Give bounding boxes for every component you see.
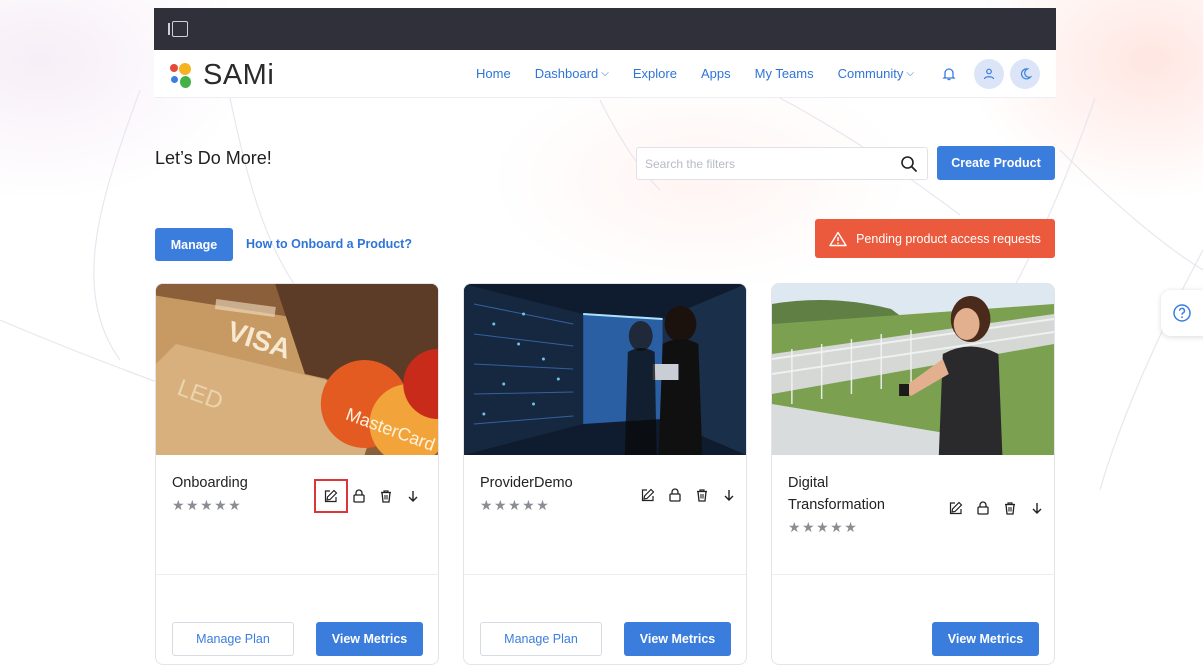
- product-card: ProviderDemo ★★★★★ Manage Plan View Metr…: [463, 283, 747, 665]
- card-actions: [637, 484, 745, 506]
- chevron-down-icon: ⌵: [601, 68, 609, 79]
- edit-icon[interactable]: [637, 484, 659, 506]
- view-metrics-button[interactable]: View Metrics: [316, 622, 423, 656]
- card-title: Onboarding: [172, 475, 248, 491]
- credit-cards-photo: MasterCard VISA LED: [156, 284, 438, 455]
- lock-icon[interactable]: [348, 485, 370, 507]
- view-metrics-button[interactable]: View Metrics: [932, 622, 1039, 656]
- card-divider: [464, 574, 746, 575]
- help-button[interactable]: [1161, 290, 1203, 336]
- card-actions: [945, 497, 1053, 519]
- nav-home[interactable]: Home: [476, 66, 511, 81]
- arrow-down-icon[interactable]: [402, 485, 424, 507]
- arrow-down-icon[interactable]: [718, 484, 740, 506]
- manage-button[interactable]: Manage: [155, 228, 233, 261]
- sidebar-toggle-icon[interactable]: [168, 21, 188, 37]
- pending-requests-button[interactable]: Pending product access requests: [815, 219, 1055, 258]
- trash-icon[interactable]: [999, 497, 1021, 519]
- nav-apps[interactable]: Apps: [701, 66, 731, 81]
- edit-icon[interactable]: [314, 479, 348, 513]
- card-title: Digital Transformation: [788, 475, 885, 513]
- nav-explore[interactable]: Explore: [633, 66, 677, 81]
- card-divider: [156, 574, 438, 575]
- server-room-photo: [464, 284, 746, 455]
- logo[interactable]: SAMi: [170, 59, 274, 92]
- search-icon[interactable]: [900, 155, 918, 173]
- edit-icon[interactable]: [945, 497, 967, 519]
- search-input[interactable]: [645, 154, 885, 174]
- arrow-down-icon[interactable]: [1026, 497, 1048, 519]
- view-metrics-button[interactable]: View Metrics: [624, 622, 731, 656]
- trash-icon[interactable]: [691, 484, 713, 506]
- top-bar: [154, 8, 1056, 50]
- main-nav: Home Dashboard ⌵ Explore Apps My Teams Co…: [476, 66, 938, 81]
- pending-requests-label: Pending product access requests: [856, 231, 1041, 246]
- help-icon: [1173, 304, 1191, 322]
- rating-stars: ★★★★★: [788, 519, 859, 535]
- lock-icon[interactable]: [972, 497, 994, 519]
- app-name: SAMi: [203, 59, 275, 91]
- manage-plan-button[interactable]: Manage Plan: [172, 622, 294, 656]
- trash-icon[interactable]: [375, 485, 397, 507]
- rating-stars: ★★★★★: [172, 497, 243, 513]
- card-divider: [772, 574, 1054, 575]
- create-product-button[interactable]: Create Product: [937, 146, 1055, 180]
- bell-icon[interactable]: [934, 59, 964, 89]
- card-title: ProviderDemo: [480, 475, 573, 491]
- page-title: Let’s Do More!: [155, 148, 272, 168]
- card-actions: [314, 479, 429, 513]
- nav-dashboard[interactable]: Dashboard ⌵: [535, 66, 609, 81]
- warning-icon: [829, 231, 847, 246]
- nav-community[interactable]: Community ⌵: [838, 66, 914, 81]
- runner-checking-watch-photo: [772, 284, 1054, 455]
- rating-stars: ★★★★★: [480, 497, 551, 513]
- chevron-down-icon: ⌵: [906, 68, 914, 79]
- search-box: [636, 147, 928, 180]
- moon-icon[interactable]: [1010, 59, 1040, 89]
- nav-icons: [934, 59, 1040, 89]
- manage-plan-button[interactable]: Manage Plan: [480, 622, 602, 656]
- nav-my-teams[interactable]: My Teams: [755, 66, 814, 81]
- navbar: SAMi Home Dashboard ⌵ Explore Apps My Tea…: [154, 50, 1056, 98]
- onboard-product-link[interactable]: How to Onboard a Product?: [246, 237, 412, 251]
- user-icon[interactable]: [974, 59, 1004, 89]
- logo-mark-icon: [170, 62, 192, 89]
- lock-icon[interactable]: [664, 484, 686, 506]
- product-card: Digital Transformation ★★★★★ View Metric…: [771, 283, 1055, 665]
- product-card: MasterCard VISA LED Onboarding ★★★★★ Man…: [155, 283, 439, 665]
